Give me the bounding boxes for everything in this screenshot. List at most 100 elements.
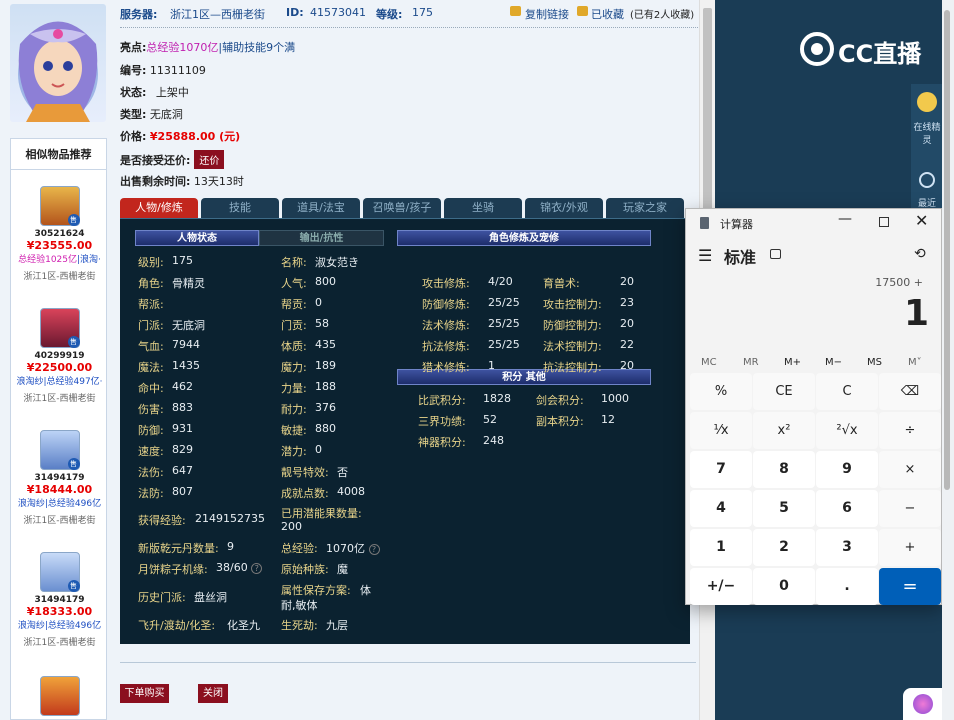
used-fruit-value: 200 — [281, 520, 302, 533]
digit-0-button[interactable]: 0 — [753, 568, 815, 605]
recommend-item[interactable]: 售 40299919 ¥22500.00 浪淘纱|总经验497亿· 浙江1区-西… — [11, 308, 108, 404]
exp-label: 获得经验: — [138, 514, 186, 527]
type-value: 无底洞 — [149, 108, 183, 121]
help-icon[interactable]: ? — [251, 562, 263, 574]
sprite-icon[interactable] — [917, 92, 937, 112]
digit-1-button[interactable]: 1 — [690, 529, 752, 566]
reciprocal-button[interactable]: ¹⁄x — [690, 412, 752, 449]
stat-label: 潜力: — [281, 445, 307, 458]
id-value: 41573041 — [310, 6, 366, 19]
recommend-list: 售 30521624 ¥23555.00 总经验1025亿|浪淘· 浙江1区-西… — [10, 170, 107, 720]
tab-pets[interactable]: 召唤兽/孩子 — [363, 198, 441, 218]
score-value: 1000 — [601, 392, 629, 405]
menu-icon[interactable]: ☰ — [698, 246, 712, 265]
page-scrollbar[interactable] — [942, 0, 954, 720]
digit-5-button[interactable]: 5 — [753, 490, 815, 527]
score-value: 12 — [601, 413, 615, 426]
digit-9-button[interactable]: 9 — [816, 451, 878, 488]
close-icon[interactable]: ✕ — [915, 211, 928, 230]
tab-mounts[interactable]: 坐骑 — [444, 198, 522, 218]
item-price: ¥18444.00 — [26, 483, 93, 496]
keep-on-top-icon[interactable] — [770, 249, 781, 259]
status-label: 状态: — [120, 86, 147, 99]
history-icon[interactable]: ⟲ — [914, 246, 926, 262]
stat-label: 名称: — [281, 256, 307, 269]
tab-character[interactable]: 人物/修炼 — [120, 198, 198, 218]
header-character-status[interactable]: 人物状态 — [135, 230, 259, 246]
close-button[interactable]: 关闭 — [198, 684, 228, 703]
tab-outfits[interactable]: 锦衣/外观 — [525, 198, 603, 218]
bargain-button[interactable]: 还价 — [194, 150, 225, 169]
mooncake-label: 月饼粽子机缘: — [138, 563, 208, 576]
tab-home[interactable]: 玩家之家 — [606, 198, 684, 218]
multiply-button[interactable]: × — [879, 451, 941, 488]
maximize-icon[interactable] — [879, 217, 889, 227]
digit-3-button[interactable]: 3 — [816, 529, 878, 566]
scrollbar-thumb[interactable] — [944, 10, 950, 490]
recommend-item[interactable]: 售 30521624 ¥23555.00 总经验1025亿|浪淘· 浙江1区-西… — [11, 186, 108, 282]
calculator-titlebar[interactable]: 计算器 — ✕ — [686, 209, 941, 237]
stat-value: 否 — [337, 466, 348, 479]
equals-button[interactable]: = — [879, 568, 941, 605]
digit-4-button[interactable]: 4 — [690, 490, 752, 527]
brain-icon — [913, 694, 933, 714]
item-id: 40299919 — [34, 351, 85, 361]
score-value: 52 — [483, 413, 497, 426]
item-price: ¥23555.00 — [26, 239, 93, 252]
tab-items[interactable]: 道具/法宝 — [282, 198, 360, 218]
digit-8-button[interactable]: 8 — [753, 451, 815, 488]
subtract-button[interactable]: − — [879, 490, 941, 527]
copy-icon — [510, 6, 521, 16]
negate-button[interactable]: +/− — [690, 568, 752, 605]
sqrt-button[interactable]: ²√x — [816, 412, 878, 449]
memory-list[interactable]: M˅ — [908, 357, 922, 368]
favorite-icon — [577, 6, 588, 16]
digit-6-button[interactable]: 6 — [816, 490, 878, 527]
character-panel: 人物状态 输出/抗性 角色修炼及宠修 积分 其他 级别: 175 角色: 骨精灵 帮派:… — [120, 218, 690, 644]
percent-button[interactable]: % — [690, 373, 752, 410]
item-thumbnail[interactable]: 售 — [39, 308, 80, 348]
memory-clear[interactable]: MC — [701, 357, 717, 368]
item-thumbnail[interactable]: 售 — [39, 186, 80, 226]
divide-button[interactable]: ÷ — [879, 412, 941, 449]
recommend-item[interactable]: 售 31494179 ¥18333.00 浪淘纱|总经验496亿 浙江1区-西栅… — [11, 552, 108, 648]
highlight-value: 总经验1070亿 — [146, 41, 219, 54]
item-thumbnail[interactable]: 售 — [39, 552, 80, 592]
item-id: 31494179 — [34, 595, 85, 605]
item-thumbnail[interactable] — [39, 676, 80, 716]
recommend-item[interactable] — [11, 676, 108, 716]
memory-subtract[interactable]: M− — [825, 357, 842, 368]
id-label: ID: — [286, 6, 304, 19]
backspace-button[interactable]: ⌫ — [879, 373, 941, 410]
calculator-display: 1 — [903, 293, 929, 334]
minimize-icon[interactable]: — — [838, 211, 852, 227]
assistant-button[interactable] — [903, 688, 943, 720]
add-button[interactable]: + — [879, 529, 941, 566]
recommend-item[interactable]: 售 31494179 ¥18444.00 浪淘纱|总经验496亿 浙江1区-西栅… — [11, 430, 108, 526]
memory-recall[interactable]: MR — [743, 357, 759, 368]
digit-2-button[interactable]: 2 — [753, 529, 815, 566]
clock-icon[interactable] — [919, 172, 935, 188]
control-value: 20 — [620, 275, 634, 288]
memory-store[interactable]: MS — [867, 357, 882, 368]
decimal-button[interactable]: . — [816, 568, 878, 605]
favorited-link[interactable]: 已收藏 — [591, 6, 624, 22]
cultivation-label: 猎术修炼: — [422, 361, 470, 374]
control-label: 抗法控制力: — [543, 361, 602, 374]
square-button[interactable]: x² — [753, 412, 815, 449]
left-sidebar: 相似物品推荐 售 30521624 ¥23555.00 总经验1025亿|浪淘·… — [0, 0, 115, 720]
header-output-resistance[interactable]: 输出/抗性 — [259, 230, 384, 246]
clear-entry-button[interactable]: CE — [753, 373, 815, 410]
time-value: 13天13时 — [193, 175, 244, 188]
copy-link[interactable]: 复制链接 — [525, 6, 569, 22]
item-thumbnail[interactable]: 售 — [39, 430, 80, 470]
bargain-row: 是否接受还价: 还价 — [120, 150, 225, 169]
digit-7-button[interactable]: 7 — [690, 451, 752, 488]
memory-add[interactable]: M+ — [784, 357, 801, 368]
online-sprite-label[interactable]: 在线精灵 — [912, 120, 942, 146]
clear-button[interactable]: C — [816, 373, 878, 410]
buy-button[interactable]: 下单购买 — [120, 684, 169, 703]
calculator-app-icon — [700, 217, 709, 229]
tab-skills[interactable]: 技能 — [201, 198, 279, 218]
help-icon[interactable]: ? — [368, 543, 380, 555]
